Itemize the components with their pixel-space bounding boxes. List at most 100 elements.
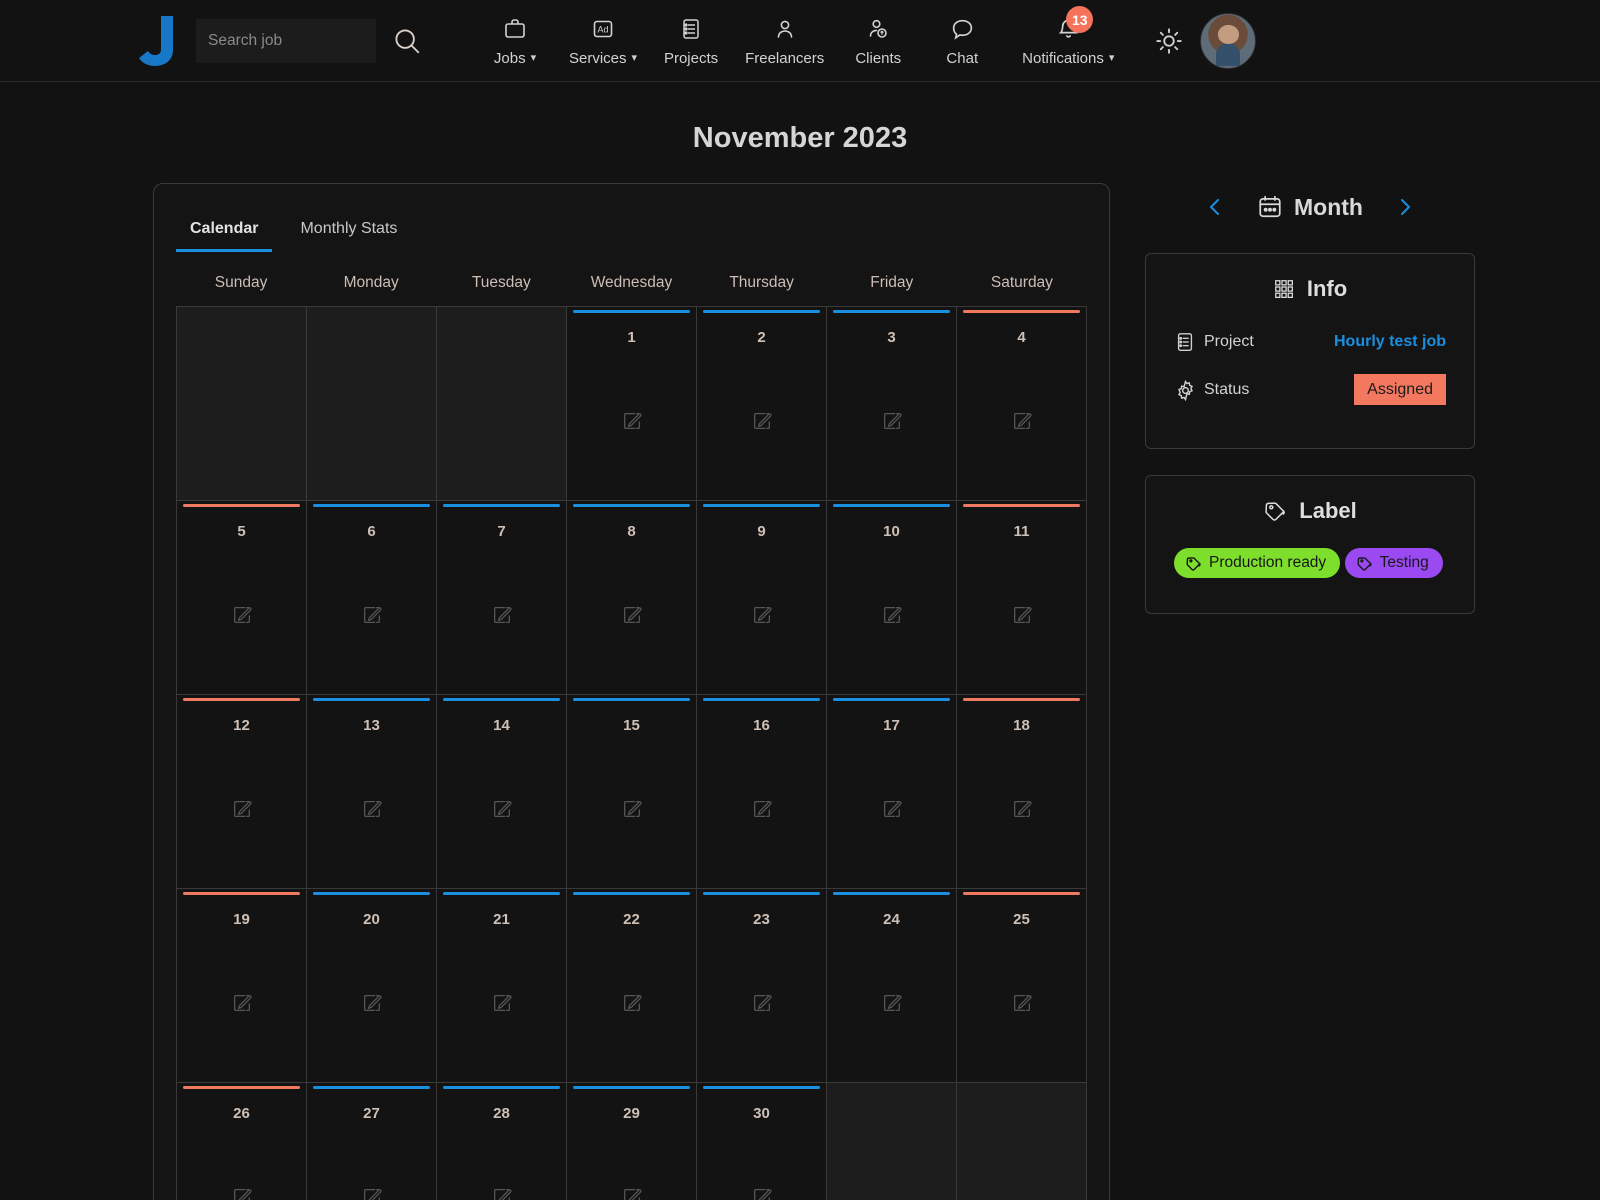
edit-pencil-icon[interactable] bbox=[491, 992, 513, 1014]
calendar-day-cell-24[interactable]: 24 bbox=[827, 889, 957, 1083]
calendar-day-cell-21[interactable]: 21 bbox=[437, 889, 567, 1083]
calendar-day-cell-15[interactable]: 15 bbox=[567, 695, 697, 889]
calendar-day-cell-28[interactable]: 28 bbox=[437, 1083, 567, 1200]
nav-item-notifications[interactable]: 13 Notifications ▾ bbox=[1004, 14, 1132, 67]
edit-pencil-icon[interactable] bbox=[361, 604, 383, 626]
chevron-down-icon: ▾ bbox=[1109, 53, 1115, 64]
calendar-day-cell-17[interactable]: 17 bbox=[827, 695, 957, 889]
edit-pencil-icon[interactable] bbox=[881, 798, 903, 820]
nav-item-services[interactable]: Ad Services ▾ bbox=[557, 14, 649, 67]
label-chip-production-ready[interactable]: Production ready bbox=[1174, 548, 1340, 578]
edit-pencil-icon[interactable] bbox=[361, 1186, 383, 1200]
nav-item-clients-label: Clients bbox=[855, 50, 901, 67]
search-button[interactable] bbox=[388, 22, 426, 60]
view-mode-selector[interactable]: Month bbox=[1257, 194, 1363, 221]
nav-label-text: Notifications bbox=[1022, 50, 1104, 67]
edit-pencil-icon[interactable] bbox=[231, 1186, 253, 1200]
edit-pencil-icon[interactable] bbox=[881, 410, 903, 432]
calendar-day-cell-10[interactable]: 10 bbox=[827, 501, 957, 695]
edit-pencil-icon[interactable] bbox=[361, 992, 383, 1014]
edit-pencil-icon[interactable] bbox=[1011, 992, 1033, 1014]
calendar-day-cell-12[interactable]: 12 bbox=[177, 695, 307, 889]
calendar-day-cell-30[interactable]: 30 bbox=[697, 1083, 827, 1200]
tab-monthly-stats[interactable]: Monthly Stats bbox=[286, 214, 411, 252]
nav-item-clients[interactable]: Clients bbox=[836, 14, 920, 67]
user-avatar[interactable] bbox=[1200, 13, 1256, 69]
weekday-header-friday: Friday bbox=[827, 274, 957, 306]
edit-pencil-icon[interactable] bbox=[751, 604, 773, 626]
calendar-day-cell-1[interactable]: 1 bbox=[567, 307, 697, 501]
calendar-day-cell-25[interactable]: 25 bbox=[957, 889, 1087, 1083]
edit-pencil-icon[interactable] bbox=[491, 798, 513, 820]
calendar-day-cell-11[interactable]: 11 bbox=[957, 501, 1087, 695]
label-chip-testing[interactable]: Testing bbox=[1345, 548, 1443, 578]
calendar-day-cell-23[interactable]: 23 bbox=[697, 889, 827, 1083]
day-number: 11 bbox=[957, 523, 1086, 540]
edit-pencil-icon[interactable] bbox=[751, 992, 773, 1014]
tab-calendar[interactable]: Calendar bbox=[176, 214, 272, 252]
sun-icon bbox=[1154, 26, 1184, 56]
calendar-day-cell-5[interactable]: 5 bbox=[177, 501, 307, 695]
info-label-status: Status bbox=[1204, 381, 1249, 399]
edit-pencil-icon[interactable] bbox=[881, 992, 903, 1014]
calendar-icon bbox=[1257, 194, 1283, 220]
edit-pencil-icon[interactable] bbox=[231, 992, 253, 1014]
day-number: 1 bbox=[567, 329, 696, 346]
calendar-day-cell-2[interactable]: 2 bbox=[697, 307, 827, 501]
nav-item-projects[interactable]: Projects bbox=[649, 14, 733, 67]
label-chip-text: Production ready bbox=[1209, 554, 1326, 572]
edit-pencil-icon[interactable] bbox=[1011, 604, 1033, 626]
calendar-day-cell-6[interactable]: 6 bbox=[307, 501, 437, 695]
calendar-day-cell-14[interactable]: 14 bbox=[437, 695, 567, 889]
app-logo[interactable] bbox=[128, 13, 182, 69]
calendar-day-cell-20[interactable]: 20 bbox=[307, 889, 437, 1083]
edit-pencil-icon[interactable] bbox=[621, 604, 643, 626]
day-accent-bar bbox=[833, 698, 950, 701]
calendar-day-cell-16[interactable]: 16 bbox=[697, 695, 827, 889]
nav-item-jobs[interactable]: Jobs ▾ bbox=[473, 14, 557, 67]
edit-pencil-icon[interactable] bbox=[491, 604, 513, 626]
edit-pencil-icon[interactable] bbox=[751, 410, 773, 432]
calendar-day-cell-3[interactable]: 3 bbox=[827, 307, 957, 501]
calendar-day-cell-18[interactable]: 18 bbox=[957, 695, 1087, 889]
calendar-day-cell-19[interactable]: 19 bbox=[177, 889, 307, 1083]
day-accent-bar bbox=[833, 310, 950, 313]
edit-pencil-icon[interactable] bbox=[361, 798, 383, 820]
calendar-day-cell-29[interactable]: 29 bbox=[567, 1083, 697, 1200]
calendar-day-cell-26[interactable]: 26 bbox=[177, 1083, 307, 1200]
day-accent-bar bbox=[703, 892, 820, 895]
next-period-button[interactable] bbox=[1389, 191, 1421, 223]
edit-pencil-icon[interactable] bbox=[751, 798, 773, 820]
day-number: 27 bbox=[307, 1105, 436, 1122]
view-mode-label: Month bbox=[1294, 194, 1363, 221]
edit-pencil-icon[interactable] bbox=[621, 798, 643, 820]
calendar-day-cell-27[interactable]: 27 bbox=[307, 1083, 437, 1200]
theme-toggle-button[interactable] bbox=[1154, 26, 1184, 56]
edit-pencil-icon[interactable] bbox=[231, 604, 253, 626]
status-badge[interactable]: Assigned bbox=[1354, 374, 1446, 405]
edit-pencil-icon[interactable] bbox=[621, 1186, 643, 1200]
edit-pencil-icon[interactable] bbox=[231, 798, 253, 820]
nav-item-freelancers[interactable]: Freelancers bbox=[733, 14, 836, 67]
calendar-day-cell-4[interactable]: 4 bbox=[957, 307, 1087, 501]
calendar-day-cell-9[interactable]: 9 bbox=[697, 501, 827, 695]
calendar-day-cell-7[interactable]: 7 bbox=[437, 501, 567, 695]
day-number: 29 bbox=[567, 1105, 696, 1122]
edit-pencil-icon[interactable] bbox=[621, 410, 643, 432]
edit-pencil-icon[interactable] bbox=[1011, 798, 1033, 820]
prev-period-button[interactable] bbox=[1199, 191, 1231, 223]
edit-pencil-icon[interactable] bbox=[491, 1186, 513, 1200]
briefcase-icon bbox=[503, 14, 527, 44]
edit-pencil-icon[interactable] bbox=[751, 1186, 773, 1200]
day-number: 30 bbox=[697, 1105, 826, 1122]
info-value-project[interactable]: Hourly test job bbox=[1334, 333, 1446, 351]
edit-pencil-icon[interactable] bbox=[881, 604, 903, 626]
nav-item-chat[interactable]: Chat bbox=[920, 14, 1004, 67]
calendar-day-cell-22[interactable]: 22 bbox=[567, 889, 697, 1083]
edit-pencil-icon[interactable] bbox=[1011, 410, 1033, 432]
edit-pencil-icon[interactable] bbox=[621, 992, 643, 1014]
calendar-day-cell-13[interactable]: 13 bbox=[307, 695, 437, 889]
calendar-day-cell-8[interactable]: 8 bbox=[567, 501, 697, 695]
search-input[interactable] bbox=[196, 19, 376, 63]
day-number: 14 bbox=[437, 717, 566, 734]
